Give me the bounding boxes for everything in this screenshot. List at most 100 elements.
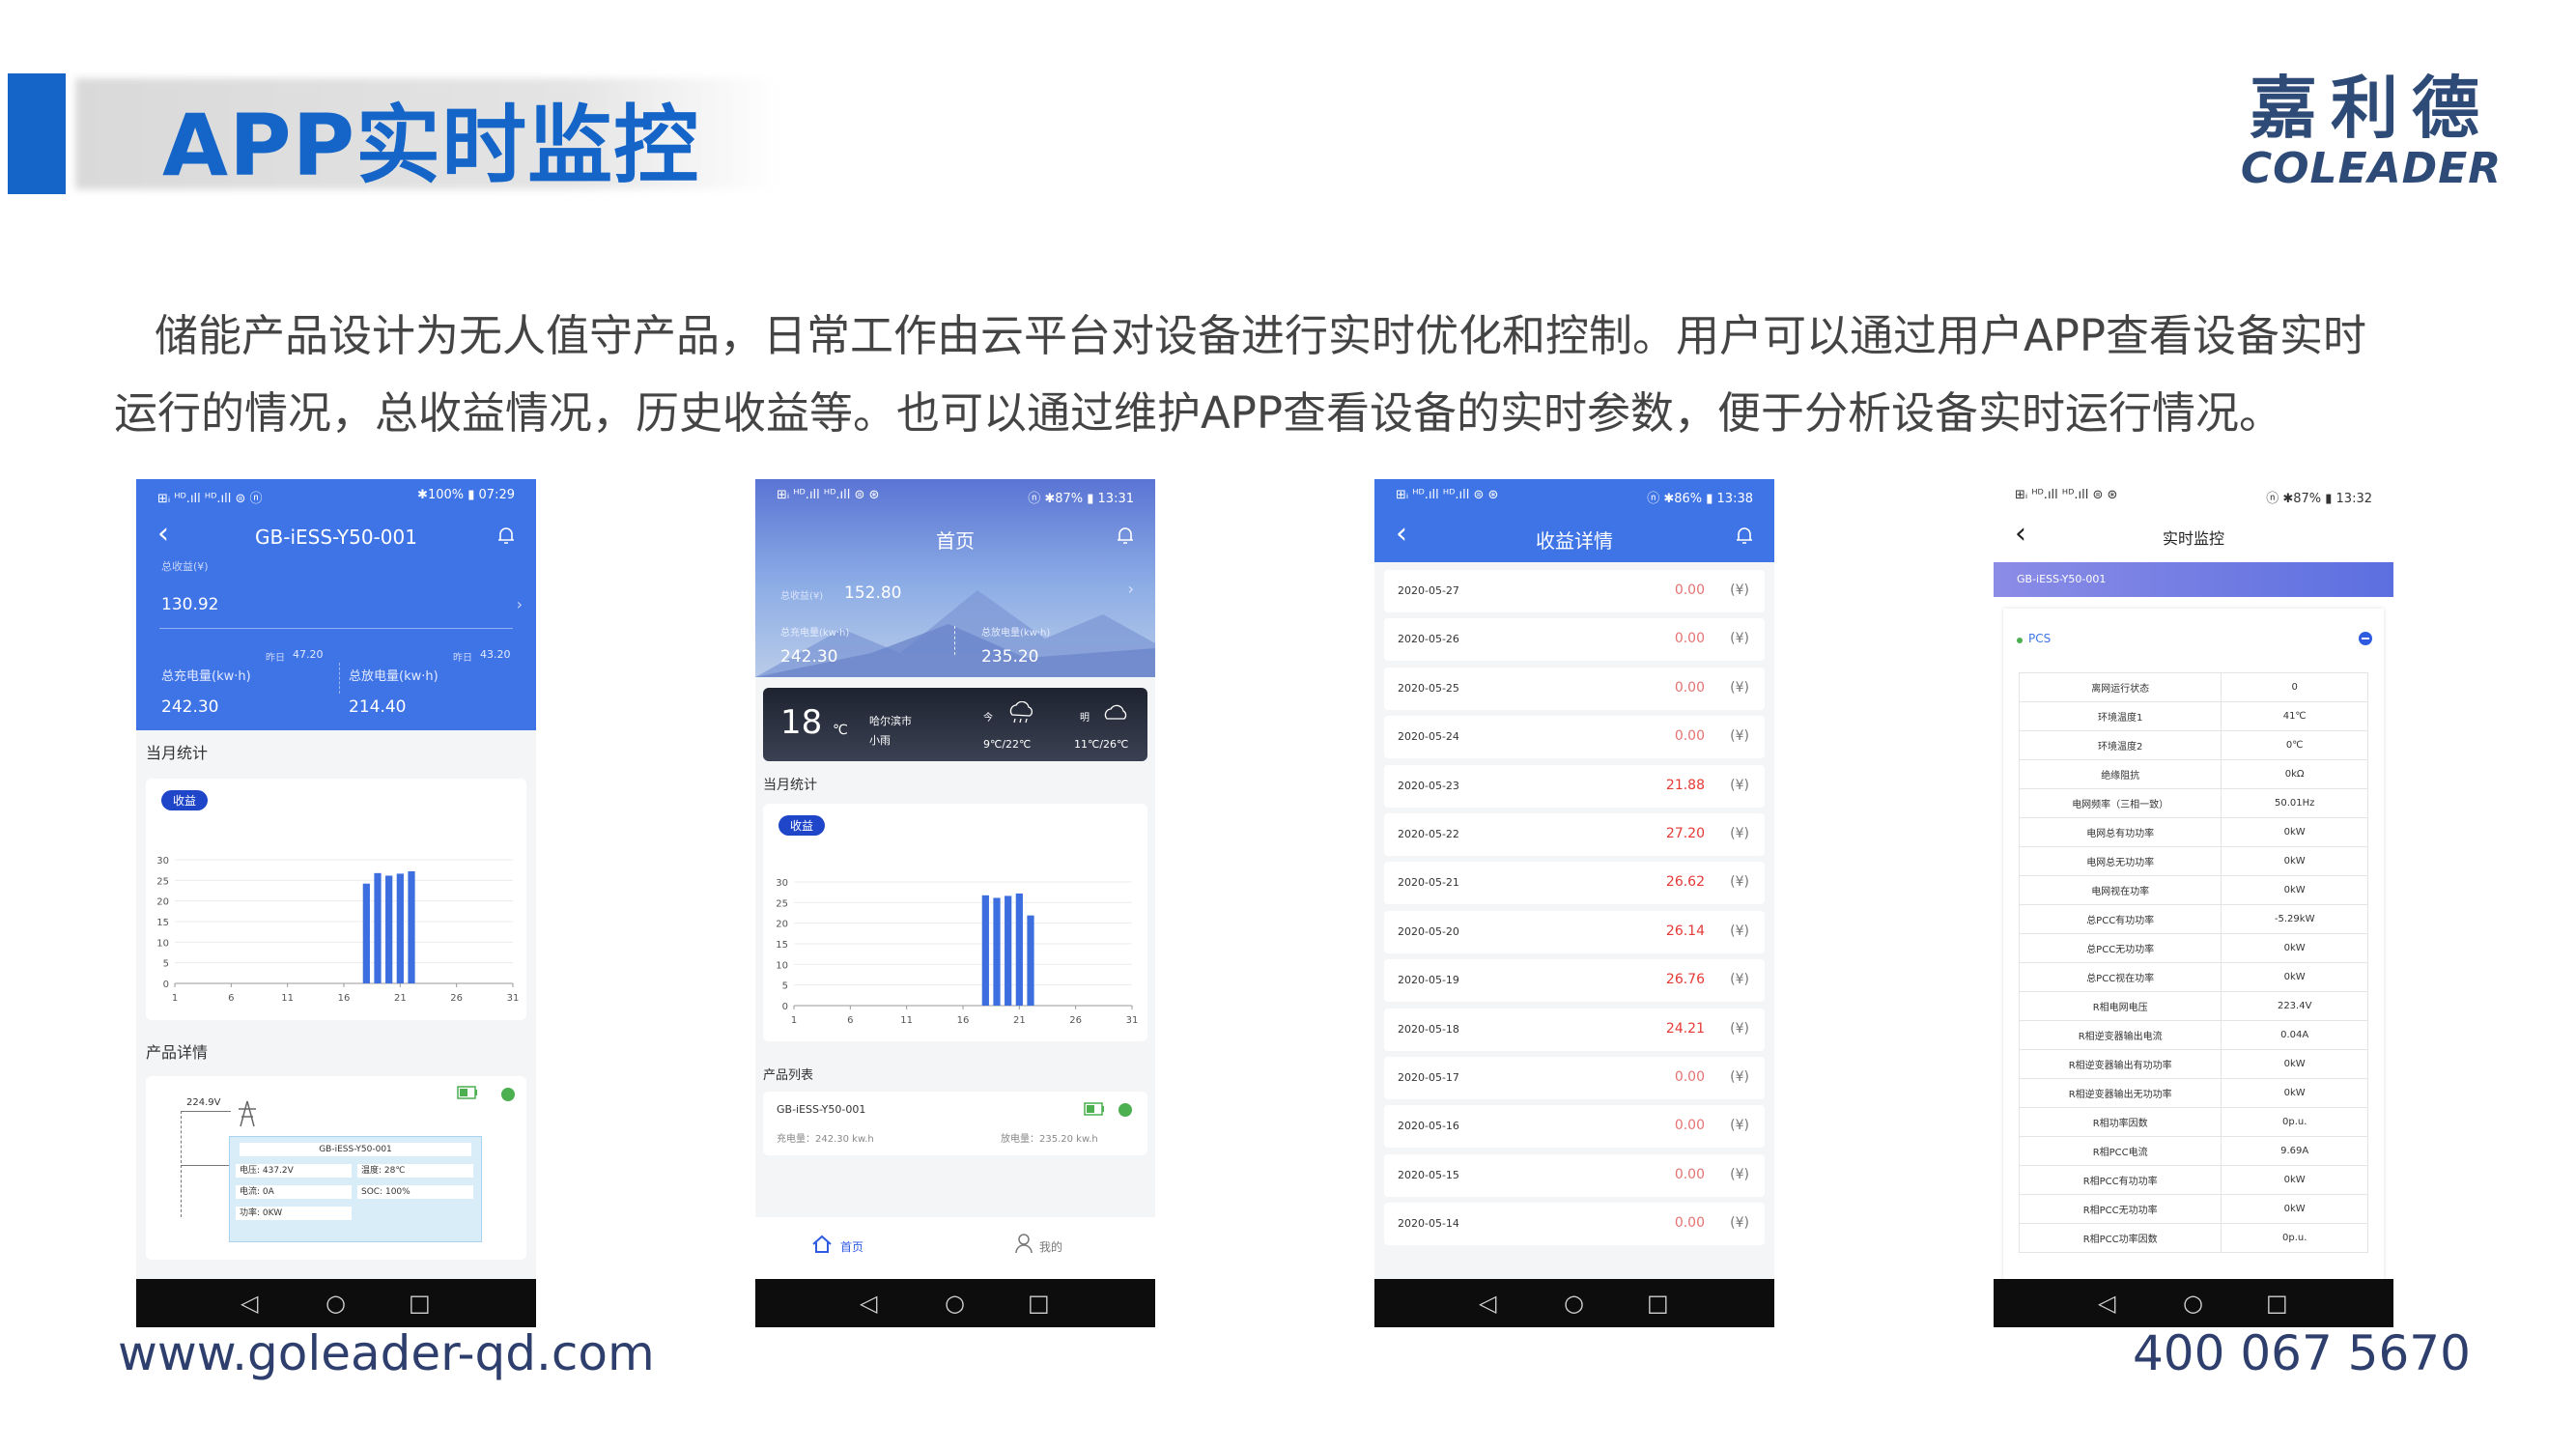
android-nav-bar: ◁ ○ □ <box>755 1279 1155 1327</box>
param-name: R相电网电压 <box>2018 991 2222 1021</box>
status-bar: ⊞ᵢ ᴴᴰ.ıll ᴴᴰ.ıll ⊜ ⓝ ✱100% ▮ 07:29 <box>136 479 536 512</box>
weather-condition: 小雨 <box>869 734 891 747</box>
device-bar[interactable]: GB-iESS-Y50-001 <box>1994 562 2393 597</box>
nav-back-key[interactable]: ◁ <box>241 1290 258 1317</box>
income-row[interactable]: 2020-05-21 26.62 (¥) <box>1384 862 1765 905</box>
device-soc: SOC: 100% <box>357 1185 473 1199</box>
income-date: 2020-05-24 <box>1398 730 1459 744</box>
nav-back-key[interactable]: ◁ <box>2098 1290 2115 1317</box>
param-name: 电网总无功功率 <box>2018 846 2222 876</box>
pcs-param-table: 离网运行状态 0 环境温度1 41℃ 环境温度2 0℃ 绝缘阻抗 0kΩ 电网频率（三相一致） 5… <box>2018 672 2368 1253</box>
user-icon[interactable] <box>1014 1233 1033 1254</box>
nav-home-key[interactable]: ○ <box>2183 1290 2203 1317</box>
income-value: 0.00 <box>1674 631 1705 647</box>
y-tick-label: 25 <box>156 876 169 887</box>
income-row[interactable]: 2020-05-26 0.00 (¥) <box>1384 618 1765 662</box>
income-row[interactable]: 2020-05-25 0.00 (¥) <box>1384 667 1765 710</box>
rain-cloud-icon <box>1009 701 1033 724</box>
param-name: R相PCC有功功率 <box>2018 1165 2222 1195</box>
income-date: 2020-05-17 <box>1398 1071 1459 1084</box>
monthly-income-chart: 收益 0 5 10 15 20 25 30 1 6 11 16 21 26 31 <box>146 779 526 1020</box>
nav-home-key[interactable]: ○ <box>945 1290 965 1317</box>
income-row[interactable]: 2020-05-15 0.00 (¥) <box>1384 1153 1765 1197</box>
param-value: 41℃ <box>2221 701 2368 731</box>
y-tick-label: 5 <box>782 981 788 992</box>
nav-back-key[interactable]: ◁ <box>860 1290 877 1317</box>
tab-mine[interactable]: 我的 <box>1039 1238 1062 1255</box>
x-tick-label: 16 <box>957 1015 970 1026</box>
table-row: 电网频率（三相一致） 50.01Hz <box>2018 788 2368 818</box>
brand-logo: 嘉利德 COLEADER <box>2212 70 2531 195</box>
collapse-icon[interactable] <box>2359 632 2372 645</box>
nav-home-key[interactable]: ○ <box>1564 1290 1584 1317</box>
total-charge-value: 242.30 <box>161 697 219 717</box>
website-url[interactable]: www.goleader-qd.com <box>118 1325 655 1381</box>
nav-recent-key[interactable]: □ <box>1647 1290 1669 1317</box>
x-tick-label: 6 <box>228 993 234 1004</box>
income-row[interactable]: 2020-05-22 27.20 (¥) <box>1384 813 1765 856</box>
device-name: GB-iESS-Y50-001 <box>777 1103 866 1116</box>
tab-home[interactable]: 首页 <box>840 1238 863 1255</box>
income-row[interactable]: 2020-05-18 24.21 (¥) <box>1384 1008 1765 1051</box>
param-name: 环境温度2 <box>2018 730 2222 760</box>
yesterday-discharge: 43.20 <box>480 648 511 661</box>
title-bar: APP实时监控 <box>8 73 780 195</box>
total-charge-value: 242.30 <box>780 647 838 667</box>
bell-icon[interactable] <box>1736 526 1753 545</box>
bar <box>385 875 393 983</box>
intro-paragraph: 储能产品设计为无人值守产品，日常工作由云平台对设备进行实时优化和控制。用户可以通… <box>114 298 2393 452</box>
status-dot <box>2017 638 2023 643</box>
status-bar: ⊞ᵢ ᴴᴰ.ıll ᴴᴰ.ıll ⊜ ⊛ ⓝ ✱87% ▮ 13:31 <box>755 479 1155 512</box>
x-tick-label: 21 <box>394 993 407 1004</box>
wire <box>181 1111 183 1217</box>
table-row: 总PCC有功功率 -5.29kW <box>2018 904 2368 934</box>
income-row[interactable]: 2020-05-19 26.76 (¥) <box>1384 959 1765 1003</box>
y-tick-label: 10 <box>156 938 169 949</box>
income-value: 0.00 <box>1674 582 1705 598</box>
weather-card: 18 ℃ 哈尔滨市 小雨 今 9℃/22℃ 明 11℃/26℃ <box>763 688 1147 761</box>
income-row[interactable]: 2020-05-17 0.00 (¥) <box>1384 1057 1765 1099</box>
status-right: ⓝ ✱86% ▮ 13:38 <box>1647 492 1753 506</box>
currency-unit: (¥) <box>1730 1020 1749 1037</box>
x-tick-label: 1 <box>791 1015 797 1026</box>
nav-home-key[interactable]: ○ <box>326 1290 346 1317</box>
param-value: -5.29kW <box>2221 904 2368 934</box>
wire <box>181 1111 231 1112</box>
product-list-item[interactable]: GB-iESS-Y50-001 充电量：242.30 kw.h 放电量：235.… <box>763 1092 1147 1155</box>
device-temperature: 温度: 28℃ <box>357 1164 473 1178</box>
logo-chinese: 嘉利德 <box>2250 69 2493 148</box>
bell-icon[interactable] <box>497 526 515 545</box>
phone-home: ⊞ᵢ ᴴᴰ.ıll ᴴᴰ.ıll ⊜ ⊛ ⓝ ✱87% ▮ 13:31 首页 总… <box>755 479 1155 1327</box>
device-voltage: 电压: 437.2V <box>236 1164 352 1178</box>
income-date: 2020-05-22 <box>1398 828 1459 840</box>
table-row: 总PCC视在功率 0kW <box>2018 962 2368 992</box>
param-value: 50.01Hz <box>2221 788 2368 818</box>
bottom-tab-bar: 首页 我的 <box>755 1217 1155 1279</box>
device-power: 功率: 0KW <box>236 1207 352 1220</box>
bell-icon[interactable] <box>1117 526 1134 545</box>
nav-recent-key[interactable]: □ <box>2266 1290 2288 1317</box>
currency-unit: (¥) <box>1730 1118 1749 1134</box>
section-title-month: 当月统计 <box>763 778 817 793</box>
nav-recent-key[interactable]: □ <box>1028 1290 1050 1317</box>
nav-back-key[interactable]: ◁ <box>1479 1290 1496 1317</box>
param-name: 电网视在功率 <box>2018 875 2222 905</box>
chevron-right-icon[interactable]: › <box>1128 580 1134 598</box>
home-icon[interactable] <box>811 1235 833 1254</box>
income-row[interactable]: 2020-05-14 0.00 (¥) <box>1384 1203 1765 1246</box>
chevron-right-icon[interactable]: › <box>517 595 523 613</box>
x-tick-label: 21 <box>1013 1015 1026 1026</box>
income-value: 0.00 <box>1674 1118 1705 1134</box>
income-row[interactable]: 2020-05-16 0.00 (¥) <box>1384 1105 1765 1149</box>
x-tick-label: 6 <box>847 1015 853 1026</box>
weather-city: 哈尔滨市 <box>869 715 912 727</box>
param-name: 离网运行状态 <box>2018 672 2222 702</box>
income-row[interactable]: 2020-05-27 0.00 (¥) <box>1384 570 1765 612</box>
income-row[interactable]: 2020-05-24 0.00 (¥) <box>1384 716 1765 759</box>
power-tower-icon <box>239 1100 256 1127</box>
income-row[interactable]: 2020-05-20 26.14 (¥) <box>1384 910 1765 953</box>
nav-recent-key[interactable]: □ <box>409 1290 431 1317</box>
status-left: ⊞ᵢ ᴴᴰ.ıll ᴴᴰ.ıll ⊜ ⊛ <box>2015 488 2118 502</box>
param-name: R相PCC无功功率 <box>2018 1194 2222 1224</box>
income-row[interactable]: 2020-05-23 21.88 (¥) <box>1384 764 1765 808</box>
